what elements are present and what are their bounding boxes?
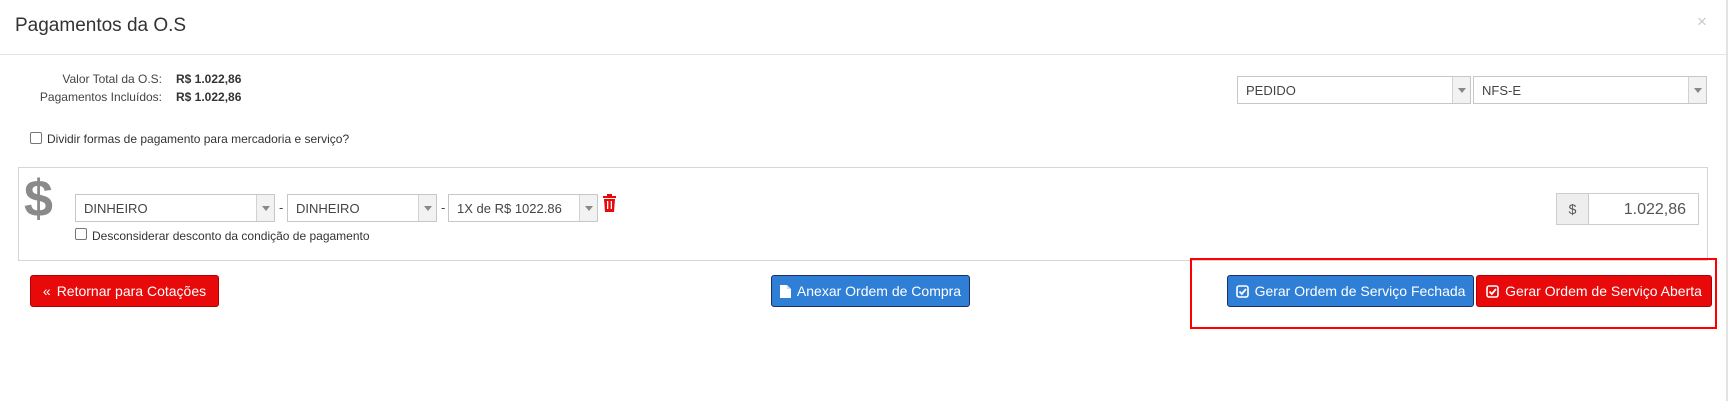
total-value: R$ 1.022,86 bbox=[176, 72, 242, 86]
back-to-quotes-button[interactable]: « Retornar para Cotações bbox=[30, 275, 219, 307]
amount-input[interactable]: 1.022,86 bbox=[1588, 193, 1699, 225]
forma-select[interactable]: DINHEIRO bbox=[75, 194, 275, 222]
paid-value: R$ 1.022,86 bbox=[176, 90, 242, 104]
trash-icon[interactable] bbox=[602, 194, 617, 212]
tipo-select-value: PEDIDO bbox=[1246, 83, 1296, 98]
nota-select-value: NFS-E bbox=[1482, 83, 1521, 98]
chevron-down-icon bbox=[1688, 77, 1706, 103]
nota-select[interactable]: NFS-E bbox=[1473, 76, 1707, 104]
ignore-discount-label: Desconsiderar desconto da condição de pa… bbox=[92, 229, 370, 243]
meio-select[interactable]: DINHEIRO bbox=[287, 194, 437, 222]
split-payment-checkbox[interactable] bbox=[30, 132, 42, 144]
split-payment-label: Dividir formas de pagamento para mercado… bbox=[47, 132, 350, 146]
generate-open-os-button[interactable]: Gerar Ordem de Serviço Aberta bbox=[1476, 275, 1712, 307]
condicao-select[interactable]: 1X de R$ 1022.86 bbox=[448, 194, 598, 222]
total-label: Valor Total da O.S: bbox=[62, 72, 162, 86]
tipo-select[interactable]: PEDIDO bbox=[1237, 76, 1471, 104]
meio-select-value: DINHEIRO bbox=[296, 201, 360, 216]
chevron-down-icon bbox=[1452, 77, 1470, 103]
modal-title: Pagamentos da O.S bbox=[15, 15, 187, 36]
check-square-icon bbox=[1486, 284, 1499, 298]
ignore-discount-checkbox[interactable] bbox=[75, 228, 87, 240]
attach-button-label: Anexar Ordem de Compra bbox=[796, 283, 962, 299]
separator: - bbox=[441, 200, 446, 215]
separator: - bbox=[279, 200, 284, 215]
header-divider bbox=[0, 54, 1728, 55]
close-icon[interactable]: × bbox=[1697, 12, 1707, 32]
generate-closed-os-button[interactable]: Gerar Ordem de Serviço Fechada bbox=[1227, 275, 1474, 307]
forma-select-value: DINHEIRO bbox=[84, 201, 148, 216]
paid-label: Pagamentos Incluídos: bbox=[39, 90, 162, 104]
dollar-icon: $ bbox=[24, 170, 53, 228]
file-icon bbox=[779, 284, 791, 298]
chevron-down-icon bbox=[579, 195, 597, 221]
check-square-icon bbox=[1235, 284, 1249, 298]
closed-os-label: Gerar Ordem de Serviço Fechada bbox=[1254, 283, 1466, 299]
amount-prefix: $ bbox=[1556, 193, 1589, 225]
chevron-down-icon bbox=[418, 195, 436, 221]
double-chevron-left-icon: « bbox=[42, 283, 51, 299]
chevron-down-icon bbox=[256, 195, 274, 221]
open-os-label: Gerar Ordem de Serviço Aberta bbox=[1505, 283, 1702, 299]
back-button-label: Retornar para Cotações bbox=[56, 283, 207, 299]
attach-po-button[interactable]: Anexar Ordem de Compra bbox=[771, 275, 970, 307]
condicao-select-value: 1X de R$ 1022.86 bbox=[457, 201, 562, 216]
